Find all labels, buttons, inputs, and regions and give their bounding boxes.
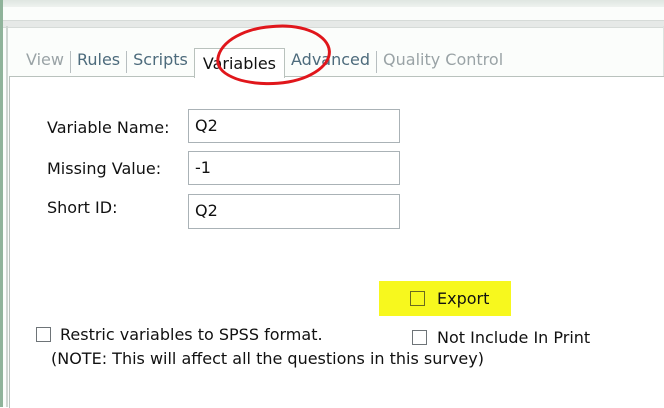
restrict-spss-checkbox[interactable] — [36, 327, 51, 342]
tab-advanced[interactable]: Advanced — [285, 51, 376, 73]
window-top-shade — [0, 0, 664, 7]
missing-value-label: Missing Value: — [47, 159, 162, 178]
properties-window: View Rules Scripts Variables Advanced Qu… — [0, 0, 664, 408]
tab-scripts[interactable]: Scripts — [126, 51, 194, 73]
restrict-spss-label: Restric variables to SPSS format. — [60, 325, 323, 344]
tab-view[interactable]: View — [20, 51, 70, 73]
not-include-in-print-label: Not Include In Print — [437, 328, 591, 347]
panel-left-border — [6, 26, 8, 407]
restrict-spss-note: (NOTE: This will affect all the question… — [51, 349, 484, 368]
tab-quality-control[interactable]: Quality Control — [376, 51, 509, 73]
window-top-border — [0, 20, 664, 28]
tab-variables[interactable]: Variables — [193, 48, 286, 78]
tab-rules[interactable]: Rules — [69, 51, 126, 73]
window-left-border — [0, 0, 3, 407]
export-checkbox[interactable] — [410, 291, 425, 306]
short-id-label: Short ID: — [47, 198, 118, 217]
short-id-input[interactable]: Q2 — [188, 194, 400, 229]
not-include-in-print-checkbox[interactable] — [412, 330, 427, 345]
export-label: Export — [437, 289, 490, 308]
variable-name-input[interactable]: Q2 — [188, 109, 400, 143]
tab-strip: View Rules Scripts Variables Advanced Qu… — [20, 45, 509, 78]
variable-name-label: Variable Name: — [47, 118, 170, 137]
missing-value-input[interactable]: -1 — [188, 151, 400, 185]
